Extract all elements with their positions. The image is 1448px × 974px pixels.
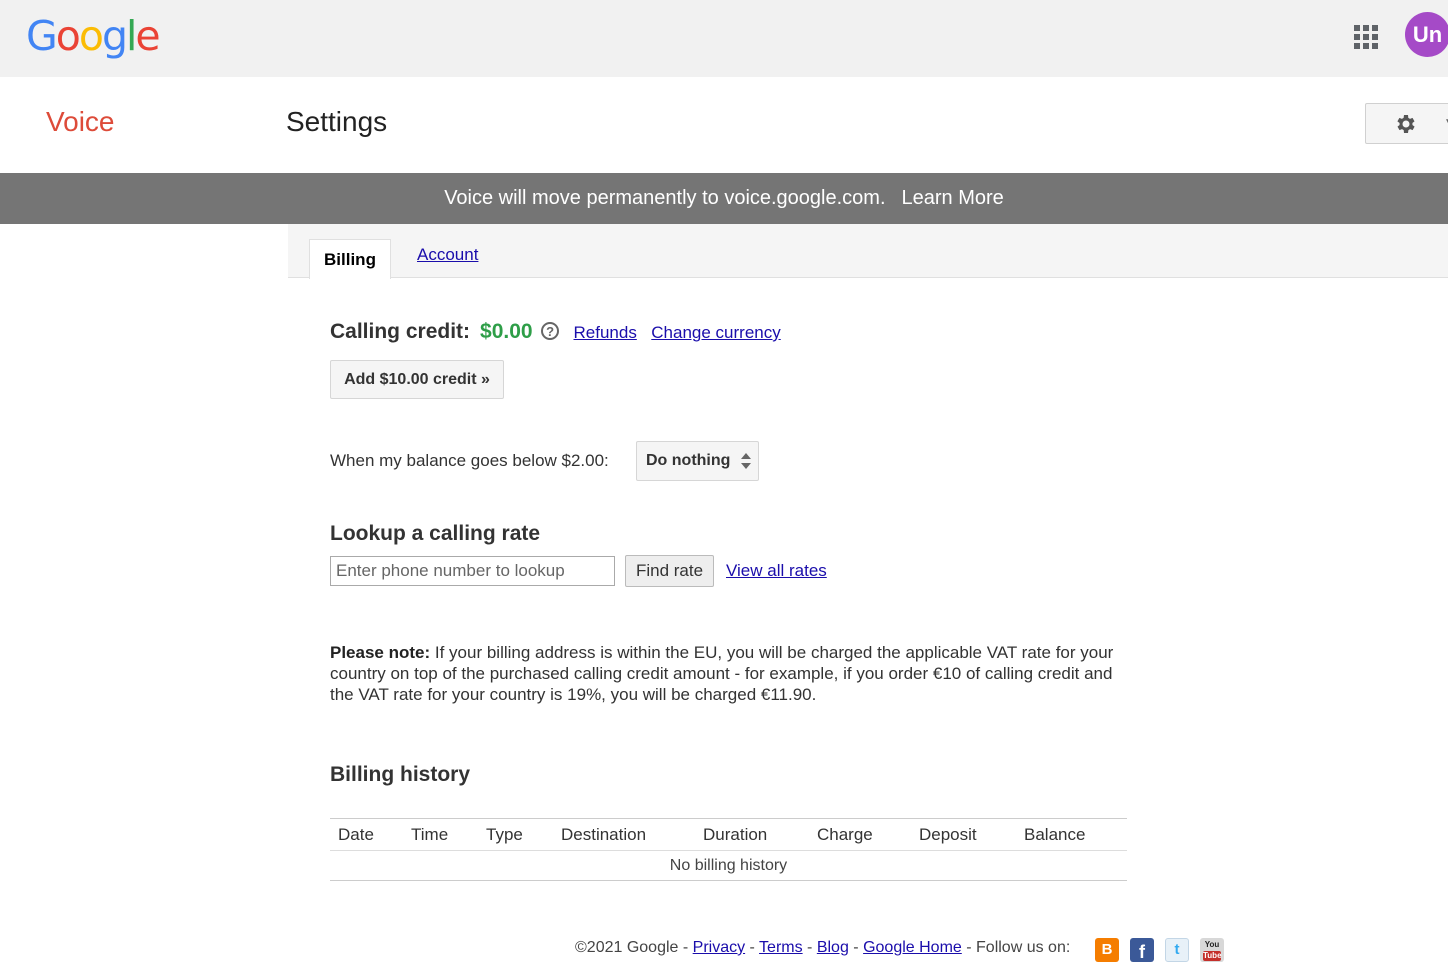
settings-button[interactable]: ▼: [1365, 103, 1448, 144]
column-header[interactable]: Destination: [561, 825, 646, 845]
column-header[interactable]: Charge: [817, 825, 873, 845]
column-header[interactable]: Date: [338, 825, 374, 845]
column-header[interactable]: Deposit: [919, 825, 977, 845]
help-icon[interactable]: ?: [541, 322, 560, 340]
twitter-icon[interactable]: t: [1165, 938, 1189, 962]
credit-label: Calling credit:: [330, 320, 471, 343]
note-text: If your billing address is within the EU…: [330, 643, 1114, 704]
logo-letter: e: [135, 12, 160, 60]
terms-link[interactable]: Terms: [759, 939, 803, 956]
follow-label: - Follow us on:: [966, 939, 1071, 956]
column-header[interactable]: Balance: [1024, 825, 1085, 845]
empty-history-message: No billing history: [669, 857, 788, 874]
banner-message: Voice will move permanently to voice.goo…: [444, 187, 886, 209]
billing-history-table: Date Time Type Destination Duration Char…: [330, 818, 1127, 881]
privacy-link[interactable]: Privacy: [693, 939, 745, 956]
youtube-icon[interactable]: You Tube: [1200, 938, 1224, 962]
logo-letter: g: [101, 12, 128, 60]
avatar[interactable]: Un: [1405, 12, 1448, 57]
facebook-icon[interactable]: f: [1130, 938, 1154, 962]
billing-history-title: Billing history: [330, 763, 471, 786]
table-header: Date Time Type Destination Duration Char…: [330, 819, 1127, 851]
refunds-link[interactable]: Refunds: [574, 323, 637, 342]
logo-letter: o: [78, 12, 104, 60]
tab-billing[interactable]: Billing: [309, 239, 391, 279]
column-header[interactable]: Type: [486, 825, 523, 845]
google-top-bar: Google Un: [0, 0, 1448, 77]
vat-note: Please note: If your billing address is …: [330, 642, 1130, 705]
column-header[interactable]: Time: [411, 825, 448, 845]
lookup-rate-title: Lookup a calling rate: [330, 522, 541, 545]
logo-letter: o: [55, 12, 81, 60]
blogger-icon[interactable]: B: [1095, 938, 1119, 962]
column-header[interactable]: Duration: [703, 825, 767, 845]
balance-action-select[interactable]: Do nothing: [636, 441, 759, 481]
chevron-down-icon: ▼: [1444, 117, 1448, 128]
apps-grid-icon[interactable]: [1354, 25, 1378, 49]
page-title: Settings: [286, 106, 388, 137]
select-arrows-icon: [741, 453, 751, 469]
google-home-link[interactable]: Google Home: [863, 939, 962, 956]
credit-value: $0.00: [480, 320, 533, 343]
blog-link[interactable]: Blog: [817, 939, 849, 956]
balance-label: When my balance goes below $2.00:: [330, 451, 609, 470]
settings-tabs: Billing Account: [288, 224, 1448, 279]
logo-letter: G: [26, 12, 58, 60]
app-name[interactable]: Voice: [46, 106, 115, 138]
footer: ©2021 Google - Privacy - Terms - Blog - …: [575, 939, 1071, 956]
balance-action-value: Do nothing: [646, 452, 731, 469]
note-label: Please note:: [330, 643, 431, 662]
copyright: ©2021 Google -: [575, 939, 689, 956]
find-rate-button[interactable]: Find rate: [625, 555, 714, 587]
view-all-rates-link[interactable]: View all rates: [726, 561, 827, 581]
learn-more-link[interactable]: Learn More: [902, 187, 1004, 209]
tab-account[interactable]: Account: [417, 245, 478, 265]
logo-letter: l: [126, 12, 137, 60]
change-currency-link[interactable]: Change currency: [651, 323, 780, 342]
add-credit-button[interactable]: Add $10.00 credit »: [330, 360, 504, 399]
phone-lookup-input[interactable]: [330, 556, 615, 586]
google-logo[interactable]: Google: [26, 12, 161, 60]
migration-banner: Voice will move permanently to voice.goo…: [0, 173, 1448, 224]
calling-credit-row: Calling credit: $0.00 ? Refunds Change cu…: [330, 320, 781, 344]
gear-icon: [1397, 115, 1415, 133]
